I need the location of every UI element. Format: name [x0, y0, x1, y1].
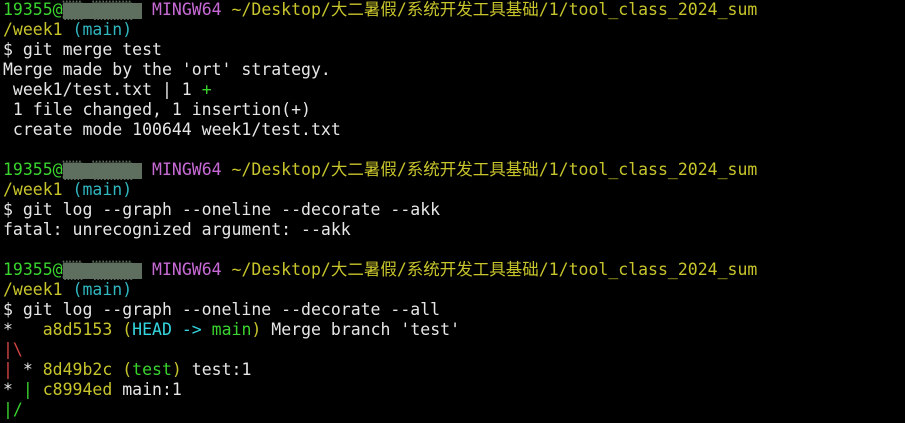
command-line: $ git merge test — [3, 40, 905, 60]
prompt-system: MINGW64 — [152, 160, 222, 179]
prompt-user: 19355@ — [3, 260, 63, 279]
prompt-host-masked: ▒▒ч▒▒▒▒9 — [62, 0, 143, 20]
prompt-path: ~/Desktop/大二暑假/系统开发工具基础/1/tool_class_202… — [231, 260, 758, 279]
diffstat-plus: + — [201, 80, 212, 99]
graph-marker: * — [3, 320, 43, 339]
graph-merge-in: |/ — [3, 400, 23, 419]
ref-close: ) — [171, 360, 182, 379]
branch-ref: test — [132, 360, 172, 379]
prompt-user: 19355@ — [3, 0, 63, 19]
log-line: | * 8d49b2c (test) test:1 — [3, 360, 905, 380]
output-line: 1 file changed, 1 insertion(+) — [3, 100, 311, 119]
prompt-host-masked: ▒▒ч▒▒▒▒9 — [62, 260, 143, 280]
prompt-path-cont: /week1 — [3, 280, 63, 299]
prompt-symbol: $ — [3, 40, 13, 59]
prompt-line-cont: /week1 (main) — [3, 20, 905, 40]
log-line: * | c8994ed main:1 — [3, 380, 905, 400]
prompt-line: 19355@▒▒ч▒▒▒▒9 MINGW64 ~/Desktop/大二暑假/系统… — [3, 260, 905, 280]
head-ref: HEAD -> — [132, 320, 212, 339]
command-text: git merge test — [22, 40, 162, 59]
prompt-path: ~/Desktop/大二暑假/系统开发工具基础/1/tool_class_202… — [231, 160, 758, 179]
error-line: fatal: unrecognized argument: --akk — [3, 220, 351, 239]
graph-marker: * — [22, 360, 43, 379]
diffstat-text: week1/test.txt | 1 — [3, 80, 202, 99]
prompt-user: 19355@ — [3, 160, 63, 179]
log-line: * a8d5153 (HEAD -> main) Merge branch 't… — [3, 320, 905, 340]
prompt-path: ~/Desktop/大二暑假/系统开发工具基础/1/tool_class_202… — [231, 0, 758, 19]
command-line: $ git log --graph --oneline --decorate -… — [3, 300, 905, 320]
ref-open: ( — [122, 320, 133, 339]
ref-open: ( — [122, 360, 133, 379]
prompt-host-masked: ▒▒ч▒▒▒▒9 — [62, 160, 143, 180]
graph-marker: * — [3, 380, 23, 399]
prompt-line: 19355@▒▒ч▒▒▒▒9 MINGW64 ~/Desktop/大二暑假/系统… — [3, 160, 905, 180]
prompt-path-cont: /week1 — [3, 180, 63, 199]
commit-hash: a8d5153 — [42, 320, 113, 339]
graph-pipe: | — [22, 380, 43, 399]
prompt-line-cont: /week1 (main) — [3, 280, 905, 300]
graph-branch-out: |\ — [3, 340, 23, 359]
prompt-symbol: $ — [3, 200, 13, 219]
ref-close: ) — [251, 320, 262, 339]
command-line: $ git log --graph --oneline --decorate -… — [3, 200, 905, 220]
prompt-line: 19355@▒▒ч▒▒▒▒9 MINGW64 ~/Desktop/大二暑假/系统… — [3, 0, 905, 20]
log-line: |\ — [3, 340, 905, 360]
commit-message: test:1 — [181, 360, 252, 379]
commit-message: Merge branch 'test' — [261, 320, 461, 339]
prompt-branch: (main) — [72, 20, 133, 39]
prompt-branch: (main) — [72, 280, 133, 299]
log-line: |/ — [3, 400, 905, 420]
commit-hash: 8d49b2c — [42, 360, 113, 379]
prompt-path-cont: /week1 — [3, 20, 63, 39]
prompt-line-cont: /week1 (main) — [3, 180, 905, 200]
prompt-symbol: $ — [3, 300, 13, 319]
prompt-branch: (main) — [72, 180, 133, 199]
graph-pipe: | — [3, 360, 23, 379]
prompt-system: MINGW64 — [152, 0, 222, 19]
commit-message: main:1 — [112, 380, 182, 399]
commit-hash: c8994ed — [42, 380, 113, 399]
command-text: git log --graph --oneline --decorate --a… — [22, 200, 441, 219]
prompt-system: MINGW64 — [152, 260, 222, 279]
command-text: git log --graph --oneline --decorate --a… — [22, 300, 441, 319]
branch-ref: main — [211, 320, 252, 339]
output-line: create mode 100644 week1/test.txt — [3, 120, 341, 139]
terminal-window[interactable]: 19355@▒▒ч▒▒▒▒9 MINGW64 ~/Desktop/大二暑假/系统… — [0, 0, 905, 423]
output-line: Merge made by the 'ort' strategy. — [3, 60, 331, 79]
output-line: week1/test.txt | 1 + — [3, 80, 905, 100]
